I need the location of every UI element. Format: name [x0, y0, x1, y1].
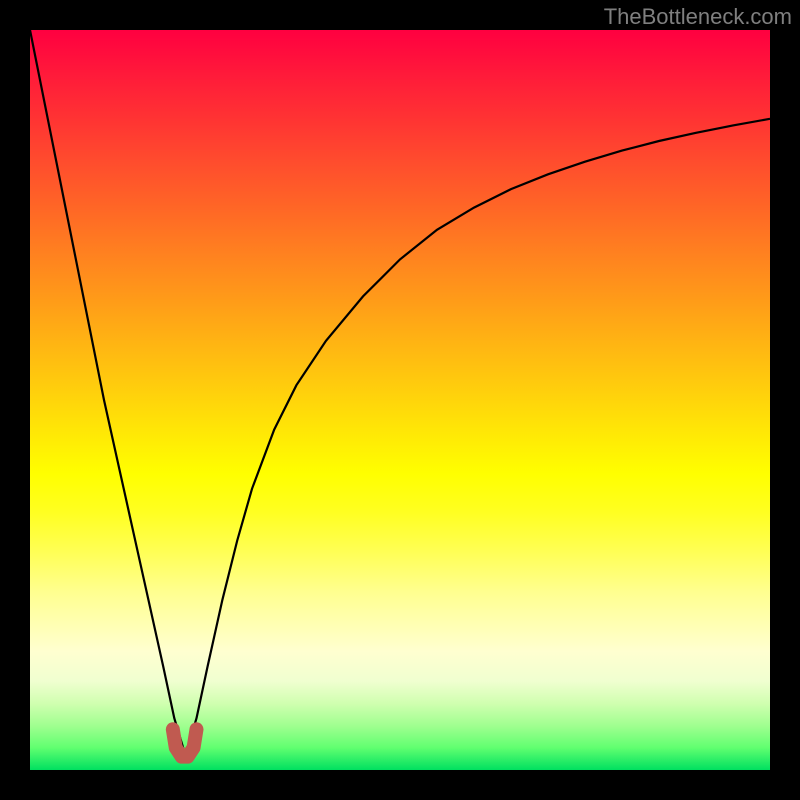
watermark: TheBottleneck.com	[604, 4, 792, 30]
curve-layer	[30, 30, 770, 770]
bottleneck-curve	[30, 30, 770, 755]
minimum-marker	[173, 729, 197, 756]
chart-frame: TheBottleneck.com	[0, 0, 800, 800]
plot-area	[30, 30, 770, 770]
